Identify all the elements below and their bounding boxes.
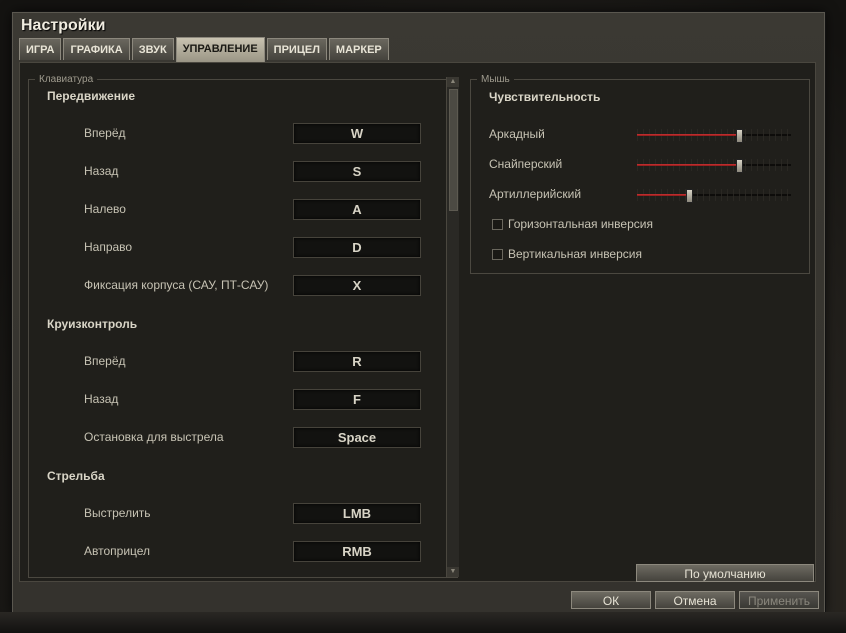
- key-field-forward[interactable]: W: [293, 123, 421, 144]
- tab-game[interactable]: ИГРА: [19, 38, 62, 60]
- key-field-cruise-back[interactable]: F: [293, 389, 421, 410]
- tab-bar: ИГРА ГРАФИКА ЗВУК УПРАВЛЕНИЕ ПРИЦЕЛ МАРК…: [19, 37, 389, 62]
- cancel-button[interactable]: Отмена: [655, 591, 735, 609]
- horizontal-inversion-checkbox[interactable]: [492, 219, 503, 230]
- binding-label: Выстрелить: [84, 506, 151, 520]
- slider-fill: [637, 134, 739, 136]
- binding-label: Назад: [84, 392, 119, 406]
- defaults-button[interactable]: По умолчанию: [636, 564, 814, 582]
- checkbox-label: Вертикальная инверсия: [508, 247, 642, 261]
- binding-label: Фиксация корпуса (САУ, ПТ-САУ): [84, 278, 269, 292]
- key-field-cruise-forward[interactable]: R: [293, 351, 421, 372]
- tab-graphics[interactable]: ГРАФИКА: [63, 38, 130, 60]
- mouse-legend: Мышь: [481, 74, 510, 85]
- tab-sight[interactable]: ПРИЦЕЛ: [266, 38, 327, 60]
- game-hotbar-strip: [0, 612, 846, 633]
- key-field-stop-to-fire[interactable]: Space: [293, 427, 421, 448]
- slider-handle[interactable]: [686, 189, 694, 203]
- binding-label: Назад: [84, 164, 119, 178]
- slider-handle[interactable]: [735, 129, 743, 143]
- key-field-fire[interactable]: LMB: [293, 503, 421, 524]
- section-title-firing: Стрельба: [47, 469, 105, 483]
- binding-label: Остановка для выстрела: [84, 430, 224, 444]
- sniper-sensitivity-slider[interactable]: [637, 159, 791, 173]
- tab-marker[interactable]: МАРКЕР: [328, 38, 389, 60]
- binding-label: Вперёд: [84, 354, 126, 368]
- mouse-panel: Мышь: [470, 74, 810, 274]
- slider-label: Снайперский: [489, 157, 563, 171]
- ok-button[interactable]: ОК: [571, 591, 651, 609]
- key-field-right[interactable]: D: [293, 237, 421, 258]
- slider-label: Аркадный: [489, 127, 545, 141]
- slider-fill: [637, 164, 739, 166]
- sensitivity-title: Чувствительность: [489, 90, 601, 104]
- section-title-movement: Передвижение: [47, 89, 135, 103]
- slider-fill: [637, 194, 690, 196]
- key-field-back[interactable]: S: [293, 161, 421, 182]
- binding-label: Направо: [84, 240, 133, 254]
- section-title-cruise: Круизконтроль: [47, 317, 138, 331]
- scroll-thumb[interactable]: [449, 89, 458, 211]
- key-field-left[interactable]: A: [293, 199, 421, 220]
- checkbox-label: Горизонтальная инверсия: [508, 217, 653, 231]
- key-field-autoaim[interactable]: RMB: [293, 541, 421, 562]
- tab-sound[interactable]: ЗВУК: [131, 38, 174, 60]
- scroll-up-icon[interactable]: ▲: [447, 77, 459, 87]
- apply-button[interactable]: Применить: [739, 591, 819, 609]
- keyboard-legend: Клавиатура: [39, 74, 94, 85]
- key-field-hull-lock[interactable]: X: [293, 275, 421, 296]
- vertical-inversion-checkbox[interactable]: [492, 249, 503, 260]
- slider-handle[interactable]: [735, 159, 743, 173]
- binding-label: Вперёд: [84, 126, 126, 140]
- keyboard-scrollbar[interactable]: ▲ ▼: [446, 77, 459, 577]
- slider-label: Артиллерийский: [489, 187, 582, 201]
- tab-controls[interactable]: УПРАВЛЕНИЕ: [175, 37, 265, 62]
- binding-label: Автоприцел: [84, 544, 151, 558]
- scroll-down-icon[interactable]: ▼: [447, 567, 459, 577]
- arcade-sensitivity-slider[interactable]: [637, 129, 791, 143]
- window-title: Настройки: [21, 17, 106, 34]
- binding-label: Налево: [84, 202, 126, 216]
- artillery-sensitivity-slider[interactable]: [637, 189, 791, 203]
